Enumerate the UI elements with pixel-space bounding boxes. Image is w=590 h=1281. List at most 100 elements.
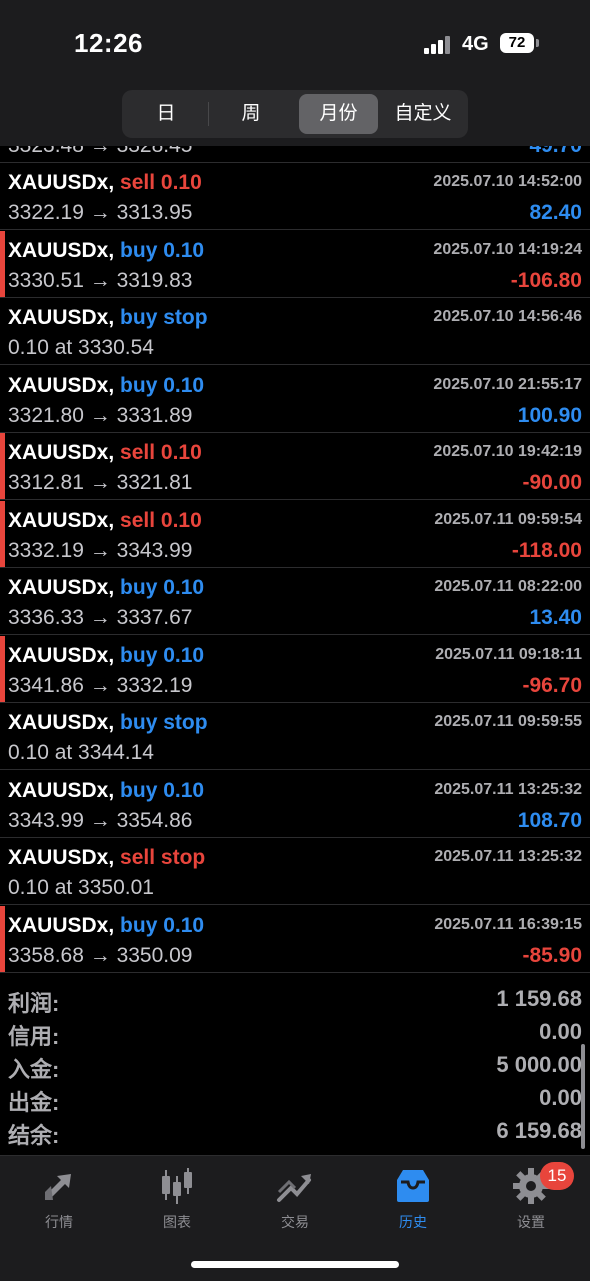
trade-symbol: XAUUSDx, [8,778,115,802]
trade-action: sell 0.10 [120,508,202,532]
trade-title: XAUUSDx, buy 0.10 [8,239,204,263]
trade-prices: 3343.99 → 3354.86 [8,808,193,832]
trade-date: 2025.07.11 09:18:11 [435,645,582,663]
trade-row[interactable]: XAUUSDx, sell 0.10 2025.07.10 19:42:19 331… [0,433,590,500]
history-inbox-icon [397,1170,429,1202]
trade-date: 2025.07.11 13:25:32 [434,848,582,865]
summary-value: 5 000.00 [496,1052,582,1077]
trade-row[interactable]: XAUUSDx, sell 0.10 2025.07.11 09:59:54 333… [0,500,590,568]
trade-action: sell 0.10 [120,171,202,194]
candlestick-chart-icon [162,1168,192,1204]
trade-symbol: XAUUSDx, [8,441,115,464]
status-time: 12:26 [74,28,143,58]
trade-date: 2025.07.11 16:39:15 [434,915,582,933]
trade-action: buy stop [120,306,208,329]
cellular-signal-icon [424,36,452,54]
trade-profit: 13.40 [529,606,582,629]
trade-prices: 3336.33 → 3337.67 [8,606,193,629]
summary-label: 信用: [8,1024,60,1049]
trade-row[interactable]: XAUUSDx, buy 0.10 2025.07.11 16:39:15 3358… [0,905,590,973]
trade-row[interactable]: XAUUSDx, buy 0.10 2025.07.11 09:18:11 3341… [0,635,590,703]
trade-symbol: XAUUSDx, [8,846,115,869]
trade-row[interactable]: XAUUSDx, buy 0.10 2025.07.11 13:25:32 3343… [0,771,590,838]
trade-trend-icon [277,1174,311,1202]
trade-row[interactable]: XAUUSDx, buy 0.10 2025.07.10 14:19:24 3330… [0,230,590,298]
summary-value: 0.00 [539,1019,582,1044]
segment-divider [208,102,209,126]
summary-value: 6 159.68 [496,1118,582,1143]
loss-marker [0,635,5,702]
trade-date: 2025.07.10 14:56:46 [433,308,582,325]
trade-row[interactable]: XAUUSDx, buy stop 2025.07.11 09:59:55 0.10… [0,703,590,770]
trade-date: 2025.07.10 14:52:00 [433,173,582,190]
trade-symbol: XAUUSDx, [8,508,115,532]
trade-action: buy 0.10 [120,643,205,667]
trade-title: XAUUSDx, sell stop [8,846,205,870]
tab-settings[interactable]: 设置 15 [472,1162,590,1236]
summary-label: 出金: [8,1090,60,1115]
summary-value: 1 159.68 [496,986,582,1011]
trade-action: sell stop [120,846,206,869]
trade-action: buy 0.10 [120,373,205,397]
trade-title: XAUUSDx, buy 0.10 [8,914,204,938]
tab-quotes[interactable]: 行情 [0,1166,118,1236]
trade-symbol: XAUUSDx, [8,171,115,194]
tab-day[interactable]: 日 [126,94,206,134]
trade-prices: 3322.19 → 3313.95 [8,201,193,224]
trade-action: buy stop [120,711,208,734]
tab-history[interactable]: 历史 [354,1166,472,1236]
trade-title: XAUUSDx, buy 0.10 [8,779,204,803]
trade-prices: 0.10 at 3350.01 [8,876,154,899]
tab-custom[interactable]: 自定义 [382,94,464,134]
trade-title: XAUUSDx, buy stop [8,306,208,330]
tab-label: 设置 [517,1214,545,1230]
tab-week[interactable]: 周 [210,94,292,134]
tab-label: 交易 [281,1214,309,1230]
trade-symbol: XAUUSDx, [8,238,115,262]
history-list[interactable]: 3323.48 → 3328.45 49.70 XAUUSDx, sell 0.… [0,146,590,976]
trade-prices: 3330.51 → 3319.83 [8,268,193,292]
quotes-arrows-icon [45,1174,71,1200]
trade-action: buy 0.10 [120,913,205,937]
home-indicator[interactable] [191,1261,399,1268]
tab-chart[interactable]: 图表 [118,1166,236,1236]
scrollbar[interactable] [581,1044,585,1149]
trade-symbol: XAUUSDx, [8,711,115,734]
tab-label: 历史 [399,1214,427,1230]
trade-row[interactable]: XAUUSDx, buy 0.10 2025.07.10 21:55:17 3321… [0,366,590,433]
tab-label: 行情 [45,1214,73,1230]
trade-profit: 100.90 [517,403,582,427]
network-type: 4G [462,33,489,55]
trade-action: buy 0.10 [120,238,205,262]
tab-trade[interactable]: 交易 [236,1166,354,1236]
trade-row[interactable]: XAUUSDx, buy 0.10 2025.07.11 08:22:00 3336… [0,568,590,635]
loss-marker [0,500,5,567]
trade-symbol: XAUUSDx, [8,373,115,397]
trade-date: 2025.07.11 13:25:32 [434,780,582,798]
trade-symbol: XAUUSDx, [8,643,115,667]
summary-withdrawal: 出金: 0.00 [0,1081,590,1115]
summary-credit: 信用: 0.00 [0,1015,590,1049]
trade-prices: 0.10 at 3330.54 [8,336,154,359]
trade-prices: 3341.86 → 3332.19 [8,673,193,697]
trade-profit: 108.70 [517,808,582,832]
trade-prices: 3323.48 → 3328.45 [8,146,193,158]
trade-date: 2025.07.10 21:55:17 [433,375,582,393]
trade-row[interactable]: XAUUSDx, buy stop 2025.07.10 14:56:46 0.10… [0,298,590,365]
trade-action: buy 0.10 [120,576,205,599]
trade-prices: 3358.68 → 3350.09 [8,943,193,967]
trade-title: XAUUSDx, buy stop [8,711,208,735]
trade-row[interactable]: XAUUSDx, sell 0.10 2025.07.10 14:52:00 332… [0,163,590,230]
trade-date: 2025.07.10 19:42:19 [433,443,582,460]
trade-profit: -118.00 [511,538,582,562]
trade-row[interactable]: XAUUSDx, sell stop 2025.07.11 13:25:32 0.1… [0,838,590,905]
summary-label: 结余: [8,1123,60,1148]
battery-icon: 72 [500,33,534,53]
list-item[interactable]: 3323.48 → 3328.45 49.70 [0,146,590,163]
trade-symbol: XAUUSDx, [8,576,115,599]
loss-marker [0,230,5,297]
tab-label: 图表 [163,1214,191,1230]
trade-title: XAUUSDx, buy 0.10 [8,374,204,398]
trade-action: sell 0.10 [120,441,202,464]
tab-month[interactable]: 月份 [299,94,378,134]
